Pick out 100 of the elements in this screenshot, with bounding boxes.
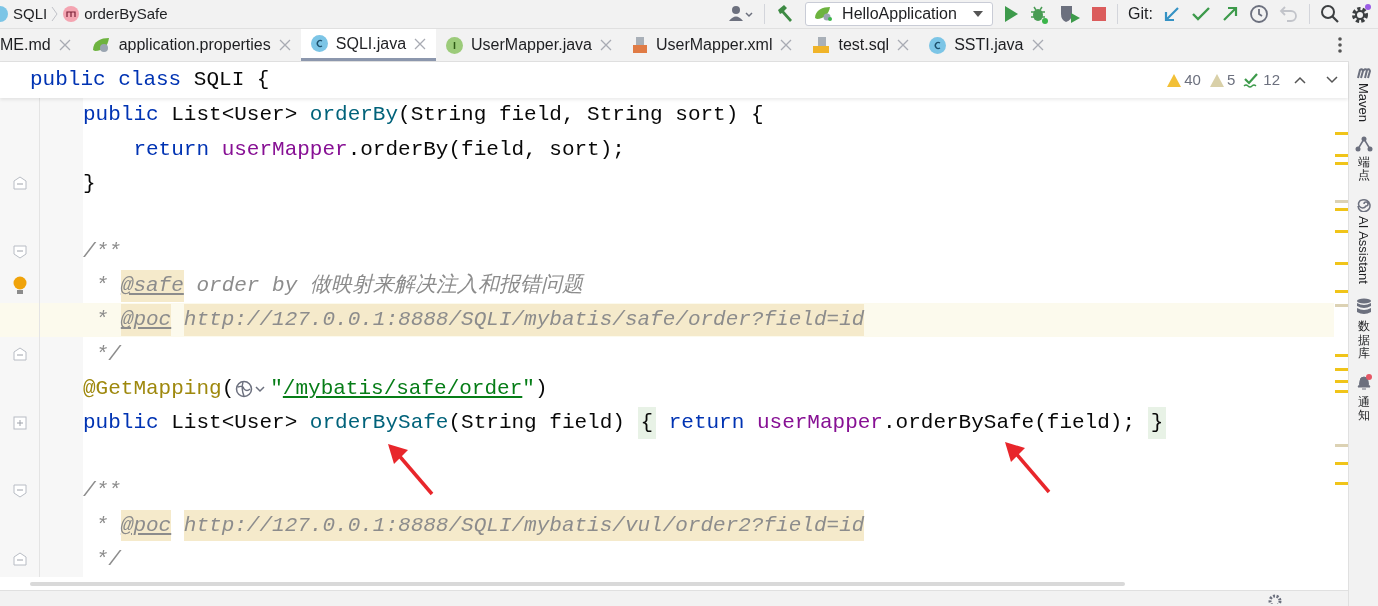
code-comment: */ <box>94 546 121 573</box>
code-text: } <box>83 170 96 197</box>
breadcrumb-item[interactable]: orderBySafe <box>84 2 168 26</box>
search-icon[interactable] <box>1320 4 1340 24</box>
more-icon[interactable] <box>1338 36 1342 54</box>
code-text: (String field) <box>448 410 626 437</box>
bell-icon <box>1354 373 1373 392</box>
code-text: (String field, String sort) { <box>398 102 764 129</box>
doc-tag: @safe <box>120 270 184 302</box>
update-arrow-icon[interactable] <box>1163 5 1181 23</box>
tab-label: ME.md <box>0 35 51 55</box>
weak-warning-count: 5 <box>1226 69 1236 90</box>
leaf-icon <box>90 36 111 54</box>
sql-file-icon <box>812 36 831 54</box>
xml-file-icon <box>632 36 648 54</box>
stop-icon[interactable] <box>1091 6 1108 22</box>
fold-icon[interactable] <box>13 484 27 499</box>
code-annotation: @GetMapping <box>83 375 222 402</box>
close-icon[interactable] <box>1031 39 1044 51</box>
editor-tab[interactable]: UserMapper.xml <box>622 29 803 61</box>
maven-icon <box>1355 67 1372 79</box>
leaf-icon <box>814 6 835 22</box>
tool-window-button[interactable]: 通知 <box>1354 373 1373 423</box>
code-url: http://127.0.0.1:8888/SQLI/mybatis/safe/order?field=id <box>183 304 865 336</box>
code-keyword: return <box>667 410 746 437</box>
code-comment: /** <box>83 478 121 505</box>
git-label: Git: <box>1128 4 1153 24</box>
code-text: .orderBy(field, sort); <box>347 136 625 163</box>
horizontal-scrollbar[interactable] <box>30 582 1125 586</box>
code-keyword: public <box>83 102 160 129</box>
method-icon <box>63 6 80 22</box>
code-keyword: public <box>83 410 160 437</box>
code-comment: */ <box>94 341 121 368</box>
code-comment: * <box>94 273 110 300</box>
code-comment: * <box>94 512 110 539</box>
code-text: List<User> <box>171 410 299 437</box>
run-configuration-dropdown[interactable]: HelloApplication <box>805 2 994 26</box>
fold-icon[interactable] <box>13 176 27 191</box>
close-icon[interactable] <box>600 39 612 51</box>
doc-tag: @poc <box>120 304 172 336</box>
folded-brace[interactable]: } <box>1147 407 1167 439</box>
close-icon[interactable] <box>58 39 71 51</box>
chevron-icon <box>51 6 59 22</box>
url-link[interactable]: /mybatis/safe/order <box>282 372 523 405</box>
code-field: userMapper <box>221 133 348 166</box>
folded-brace[interactable]: { <box>637 407 657 439</box>
code-method: orderBySafe <box>309 410 449 437</box>
warning-icon[interactable] <box>1166 72 1183 88</box>
code-comment: 做映射来解决注入和报错问题 <box>309 272 583 300</box>
tool-window-button[interactable]: AI Assistant <box>1355 196 1372 285</box>
warning-count: 40 <box>1184 69 1201 90</box>
fold-icon[interactable] <box>13 552 27 567</box>
code-comment: * <box>94 307 110 334</box>
close-icon[interactable] <box>414 37 427 50</box>
checkmark-icon[interactable] <box>1191 5 1211 23</box>
code-comment: order by <box>195 273 299 300</box>
close-icon[interactable] <box>278 39 291 51</box>
code-text: ( <box>221 375 235 402</box>
caret-icon <box>972 10 985 18</box>
undo-icon[interactable] <box>1279 5 1299 23</box>
expand-icon[interactable] <box>13 415 27 430</box>
tool-window-button[interactable]: 数据库 <box>1355 298 1372 360</box>
editor-tab[interactable]: test.sql <box>802 29 920 61</box>
close-icon[interactable] <box>897 39 910 51</box>
fold-icon[interactable] <box>13 244 27 259</box>
close-icon[interactable] <box>780 39 793 51</box>
code-text: .orderBySafe(field); <box>882 410 1136 437</box>
fold-icon[interactable] <box>13 347 27 362</box>
tool-window-button[interactable]: Maven <box>1355 67 1372 123</box>
annotation-arrow <box>386 442 436 498</box>
code-url: http://127.0.0.1:8888/SQLI/mybatis/vul/order2?field=id <box>183 509 865 542</box>
settings-icon[interactable] <box>1350 3 1372 25</box>
push-arrow-icon[interactable] <box>1221 5 1239 23</box>
chevron-up-icon[interactable] <box>1294 76 1306 84</box>
tool-window-button[interactable]: 端点 <box>1354 136 1373 183</box>
endpoints-icon <box>1354 136 1373 153</box>
tab-label: UserMapper.java <box>471 35 592 55</box>
typo-count: 12 <box>1263 69 1280 90</box>
debug-icon[interactable] <box>1029 4 1050 24</box>
tab-label: test.sql <box>838 35 890 55</box>
class-icon <box>929 36 947 54</box>
chevron-down-icon[interactable] <box>1326 76 1338 84</box>
code-field: userMapper <box>756 407 883 439</box>
coverage-icon[interactable] <box>1059 4 1082 24</box>
sticky-class-header[interactable]: public class SQLI { <box>30 64 270 96</box>
run-icon[interactable] <box>1003 5 1020 23</box>
editor-tab[interactable]: ME.md <box>0 29 81 61</box>
history-icon[interactable] <box>1249 4 1269 24</box>
editor-tab[interactable]: SQLI.java <box>300 29 437 61</box>
settings-icon[interactable] <box>1268 593 1282 604</box>
annotation-arrow <box>1003 440 1053 496</box>
editor-tab[interactable]: application.properties <box>80 29 301 61</box>
class-icon <box>310 35 328 52</box>
code-keyword: return <box>132 136 211 163</box>
user-icon[interactable] <box>728 5 755 23</box>
breadcrumb-item[interactable]: SQLI <box>13 2 48 26</box>
code-text: List<User> <box>171 102 299 129</box>
lightbulb-icon[interactable] <box>11 276 28 297</box>
editor-tab[interactable]: UserMapper.java <box>436 29 622 61</box>
editor-tab[interactable]: SSTI.java <box>919 29 1054 61</box>
